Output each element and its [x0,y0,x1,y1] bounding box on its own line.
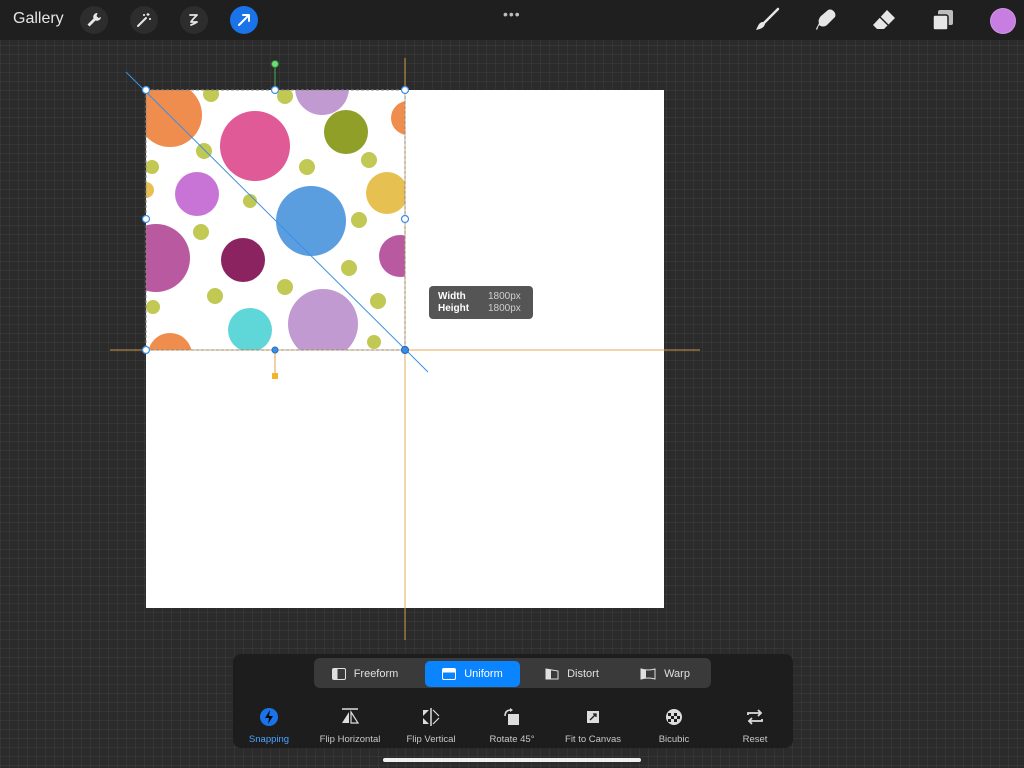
flip-horizontal-button[interactable]: Flip Horizontal [310,706,390,745]
warp-label: Warp [664,668,690,680]
distort-label: Distort [567,668,599,680]
snapping-label: Snapping [248,734,290,745]
rotate-45-label: Rotate 45° [489,734,535,745]
rotate-icon [501,706,523,728]
flip-vertical-button[interactable]: Flip Vertical [391,706,471,745]
snapping-button[interactable]: Snapping [229,706,309,745]
freeform-label: Freeform [353,668,399,680]
adjust-handle[interactable] [272,373,278,379]
flip-horizontal-icon [339,706,361,728]
warp-mode-button[interactable]: Warp [622,661,708,687]
transform-overlay [110,58,700,640]
rotate-45-button[interactable]: Rotate 45° [472,706,552,745]
transform-toolbar: Freeform Uniform Distort Warp Snapping F… [233,654,793,748]
rotation-handle[interactable] [271,60,279,68]
bicubic-label: Bicubic [658,734,690,745]
distort-icon [545,668,559,680]
distort-mode-button[interactable]: Distort [527,661,617,687]
flip-vertical-label: Flip Vertical [406,734,456,745]
transform-mode-selector: Freeform Uniform Distort Warp [314,658,711,688]
fit-to-canvas-button[interactable]: Fit to Canvas [553,706,633,745]
dimensions-tooltip: Width 1800px Height 1800px [429,286,533,319]
height-label: Height [438,303,470,314]
home-indicator[interactable] [383,758,641,762]
width-label: Width [438,291,466,302]
warp-icon [640,668,656,680]
height-value: 1800px [488,303,521,314]
fit-canvas-icon [582,706,604,728]
flip-horizontal-label: Flip Horizontal [319,734,381,745]
freeform-mode-button[interactable]: Freeform [318,661,412,687]
bicubic-button[interactable]: Bicubic [634,706,714,745]
reset-button[interactable]: Reset [715,706,795,745]
reset-icon [744,706,766,728]
flip-vertical-icon [420,706,442,728]
reset-label: Reset [742,734,768,745]
uniform-icon [442,668,457,680]
bicubic-icon [663,706,685,728]
lightning-icon [258,706,280,728]
width-value: 1800px [488,291,521,302]
uniform-label: Uniform [464,668,503,680]
fit-to-canvas-label: Fit to Canvas [565,734,621,745]
uniform-mode-button[interactable]: Uniform [425,661,520,687]
freeform-icon [331,668,346,680]
